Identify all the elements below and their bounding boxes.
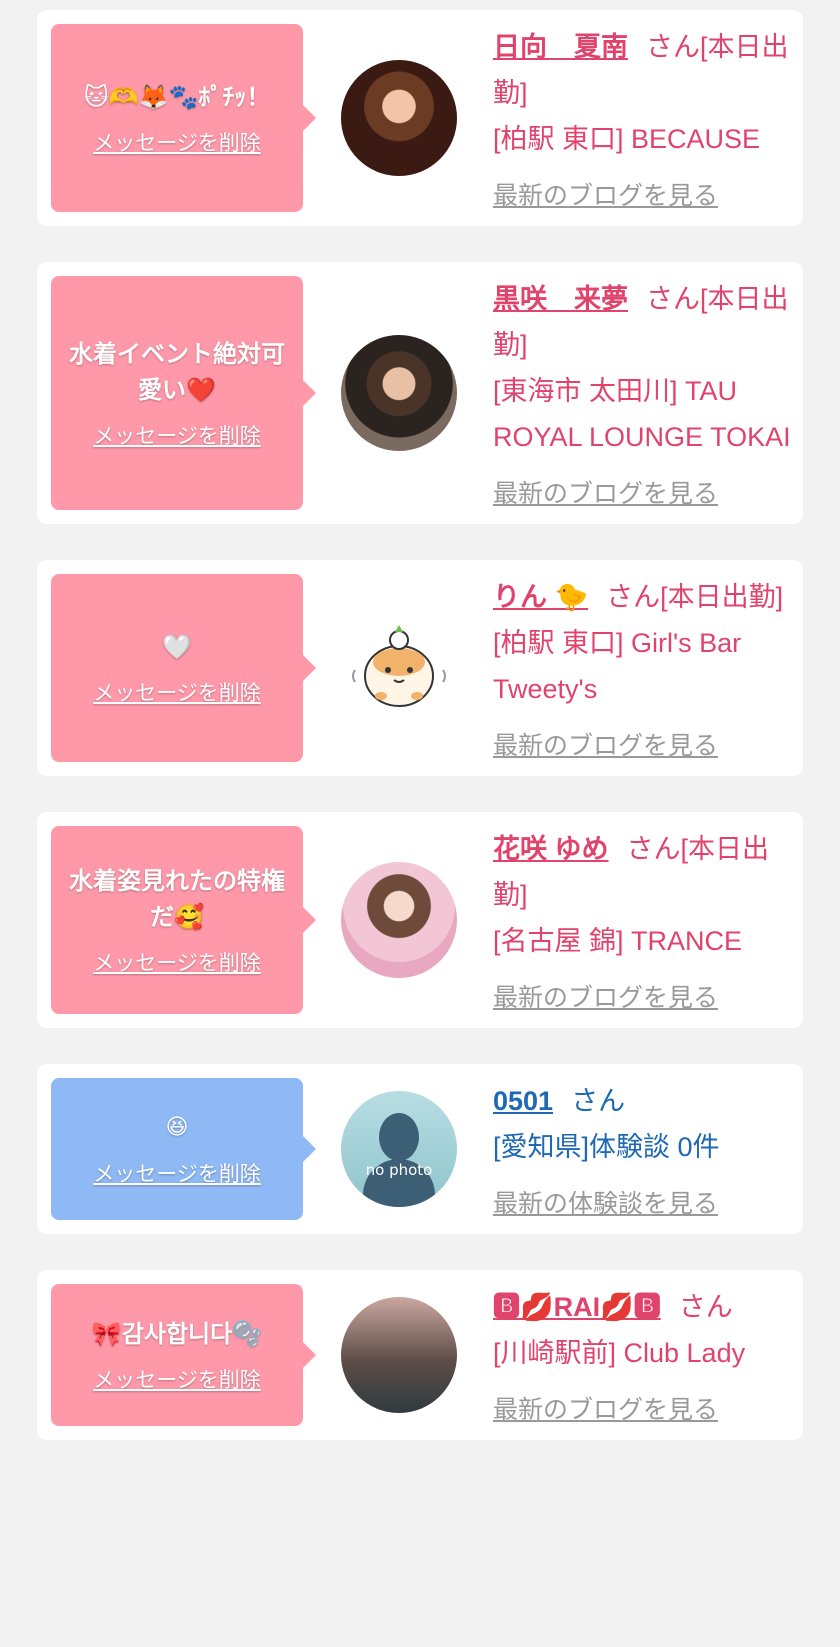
delete-message-link[interactable]: メッセージを削除 bbox=[93, 127, 261, 157]
message-bubble: 水着イベント絶対可愛い❤️ メッセージを削除 bbox=[51, 276, 316, 510]
message-card: 🐱🫶🦊🐾ﾎﾟﾁｯ！ メッセージを削除 日向 夏南 さん[本日出勤] [柏駅 東口]… bbox=[37, 10, 803, 226]
sender-name-link[interactable]: 0501 bbox=[493, 1086, 553, 1116]
shop-label: [東海市 太田川] TAU ROYAL LOUNGE TOKAI bbox=[493, 376, 791, 452]
sender-name-link[interactable]: 花咲 ゆめ bbox=[493, 834, 609, 864]
message-bubble: 水着姿見れたの特権だ🥰 メッセージを削除 bbox=[51, 826, 316, 1014]
no-photo-label: no photo bbox=[365, 1161, 433, 1179]
message-list: 🐱🫶🦊🐾ﾎﾟﾁｯ！ メッセージを削除 日向 夏南 さん[本日出勤] [柏駅 東口]… bbox=[0, 0, 840, 1440]
sender-info: 日向 夏南 さん[本日出勤] [柏駅 東口] BECAUSE 最新のブログを見る bbox=[493, 24, 793, 212]
avatar[interactable] bbox=[341, 60, 457, 176]
area-label: [愛知県]体験談 0件 bbox=[493, 1132, 720, 1162]
sender-status: さん[本日出勤] bbox=[606, 582, 784, 612]
sender-info: りん 🐤 さん[本日出勤] [柏駅 東口] Girl's Bar Tweety's… bbox=[493, 574, 793, 762]
message-bubble: 🤍 メッセージを削除 bbox=[51, 574, 316, 762]
message-bubble: 🎀감사합니다🫧 メッセージを削除 bbox=[51, 1284, 316, 1426]
sender-name-link[interactable]: りん 🐤 bbox=[493, 582, 588, 612]
message-card: 🤍 メッセージを削除 りん 🐤 さん[本日出勤] [柏駅 東口] Girl's … bbox=[37, 560, 803, 776]
no-photo-avatar-icon[interactable]: no photo bbox=[341, 1091, 457, 1207]
message-text: 水着イベント絶対可愛い❤️ bbox=[69, 340, 285, 404]
shop-label: [柏駅 東口] Girl's Bar Tweety's bbox=[493, 628, 742, 704]
delete-message-link[interactable]: メッセージを削除 bbox=[93, 677, 261, 707]
delete-message-link[interactable]: メッセージを削除 bbox=[93, 420, 261, 450]
avatar[interactable] bbox=[341, 862, 457, 978]
sender-info: 花咲 ゆめ さん[本日出勤] [名古屋 錦] TRANCE 最新のブログを見る bbox=[493, 826, 793, 1014]
sender-name-link[interactable]: 日向 夏南 bbox=[493, 32, 628, 62]
shop-label: [川崎駅前] Club Lady bbox=[493, 1338, 746, 1368]
latest-blog-link[interactable]: 最新のブログを見る bbox=[493, 176, 793, 212]
sender-status: さん bbox=[678, 1292, 733, 1322]
hamster-mascot-icon[interactable] bbox=[341, 610, 457, 726]
shop-label: [柏駅 東口] BECAUSE bbox=[493, 124, 761, 154]
sender-name-link[interactable]: 黒咲 来夢 bbox=[493, 284, 628, 314]
message-text: 😆 bbox=[165, 1115, 189, 1140]
avatar[interactable] bbox=[341, 335, 457, 451]
message-text: 水着姿見れたの特権だ🥰 bbox=[69, 867, 285, 931]
sender-name-link[interactable]: 🅱💋RAI💋🅱 bbox=[493, 1292, 661, 1322]
message-card: 🎀감사합니다🫧 メッセージを削除 🅱💋RAI💋🅱 さん [川崎駅前] Club L… bbox=[37, 1270, 803, 1440]
message-text: 🤍 bbox=[162, 633, 192, 661]
delete-message-link[interactable]: メッセージを削除 bbox=[93, 947, 261, 977]
message-card: 水着姿見れたの特権だ🥰 メッセージを削除 花咲 ゆめ さん[本日出勤] [名古屋 … bbox=[37, 812, 803, 1028]
latest-blog-link[interactable]: 最新のブログを見る bbox=[493, 474, 793, 510]
delete-message-link[interactable]: メッセージを削除 bbox=[93, 1158, 261, 1188]
sender-info: 黒咲 来夢 さん[本日出勤] [東海市 太田川] TAU ROYAL LOUNGE… bbox=[493, 276, 793, 510]
shop-label: [名古屋 錦] TRANCE bbox=[493, 926, 743, 956]
sender-status: さん bbox=[571, 1086, 626, 1116]
message-text: 🐱🫶🦊🐾ﾎﾟﾁｯ！ bbox=[83, 83, 271, 111]
sender-info: 🅱💋RAI💋🅱 さん [川崎駅前] Club Lady 最新のブログを見る bbox=[493, 1284, 793, 1426]
avatar[interactable] bbox=[341, 1297, 457, 1413]
latest-blog-link[interactable]: 最新のブログを見る bbox=[493, 1390, 793, 1426]
latest-review-link[interactable]: 最新の体験談を見る bbox=[493, 1184, 793, 1220]
message-text: 🎀감사합니다🫧 bbox=[91, 1320, 263, 1348]
message-card: 水着イベント絶対可愛い❤️ メッセージを削除 黒咲 来夢 さん[本日出勤] [東海… bbox=[37, 262, 803, 524]
latest-blog-link[interactable]: 最新のブログを見る bbox=[493, 726, 793, 762]
delete-message-link[interactable]: メッセージを削除 bbox=[93, 1364, 261, 1394]
sender-info: 0501 さん [愛知県]体験談 0件 最新の体験談を見る bbox=[493, 1078, 793, 1220]
message-card: 😆 メッセージを削除 no photo 0501 さん [愛知県]体験談 0件 最… bbox=[37, 1064, 803, 1234]
message-bubble: 🐱🫶🦊🐾ﾎﾟﾁｯ！ メッセージを削除 bbox=[51, 24, 316, 212]
message-bubble: 😆 メッセージを削除 bbox=[51, 1078, 316, 1220]
latest-blog-link[interactable]: 最新のブログを見る bbox=[493, 978, 793, 1014]
